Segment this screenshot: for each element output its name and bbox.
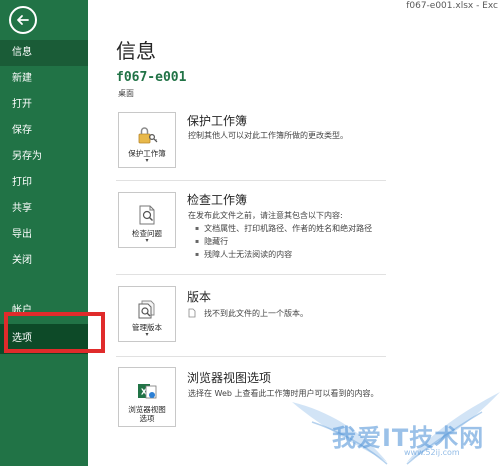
browser-view-icon: X — [138, 384, 157, 399]
nav-item-new[interactable]: 新建 — [0, 66, 88, 92]
version-document-icon — [188, 308, 196, 318]
chevron-down-icon: ▾ — [145, 331, 149, 338]
protect-workbook-desc: 控制其他人可以对此工作簿所做的更改类型。 — [188, 131, 348, 140]
check-for-issues-button[interactable]: 检查问题 ▾ — [118, 192, 176, 248]
chevron-down-icon: ▾ — [145, 237, 149, 244]
browser-view-title: 浏览器视图选项 — [187, 371, 272, 385]
backstage-sidebar: 信息 新建 打开 保存 另存为 打印 共享 导出 关闭 帐户 选项 — [0, 0, 88, 466]
back-button[interactable] — [9, 6, 37, 34]
nav-item-info[interactable]: 信息 — [0, 40, 88, 66]
watermark-url: www.52ij.com — [404, 448, 460, 457]
nav-item-print[interactable]: 打印 — [0, 170, 88, 196]
section-divider — [116, 274, 386, 275]
nav-item-save[interactable]: 保存 — [0, 118, 88, 144]
protect-workbook-button[interactable]: 保护工作簿 ▾ — [118, 112, 176, 168]
section-divider — [116, 180, 386, 181]
manage-versions-icon — [138, 300, 155, 319]
list-item: 文档属性、打印机路径、作者的姓名和绝对路径 — [195, 222, 372, 235]
backstage-nav: 信息 新建 打开 保存 另存为 打印 共享 导出 关闭 帐户 选项 — [0, 40, 88, 354]
browser-view-tile-label-line1: 浏览器视图 — [128, 405, 166, 414]
inspect-document-icon — [139, 205, 155, 225]
nav-item-export[interactable]: 导出 — [0, 222, 88, 248]
nav-item-save-as[interactable]: 另存为 — [0, 144, 88, 170]
file-location: 桌面 — [118, 89, 134, 98]
window-title: f067-e001.xlsx - Exc — [406, 1, 498, 11]
lock-key-icon — [138, 127, 158, 144]
versions-title: 版本 — [187, 290, 212, 304]
protect-workbook-title: 保护工作簿 — [187, 114, 248, 128]
page-title: 信息 — [116, 39, 156, 63]
manage-versions-button[interactable]: 管理版本 ▾ — [118, 286, 176, 342]
browser-view-options-button[interactable]: X 浏览器视图 选项 — [118, 367, 176, 427]
options-highlight-box — [4, 312, 105, 353]
inspect-bullet-list: 文档属性、打印机路径、作者的姓名和绝对路径 隐藏行 残障人士无法阅读的内容 — [195, 222, 372, 261]
section-divider — [116, 356, 386, 357]
nav-item-share[interactable]: 共享 — [0, 196, 88, 222]
back-arrow-icon — [17, 15, 29, 25]
nav-item-close[interactable]: 关闭 — [0, 248, 88, 274]
nav-item-open[interactable]: 打开 — [0, 92, 88, 118]
inspect-workbook-title: 检查工作簿 — [187, 193, 248, 207]
inspect-workbook-desc: 在发布此文件之前，请注意其包含以下内容: — [188, 211, 343, 220]
file-name: f067-e001 — [116, 70, 187, 85]
list-item: 隐藏行 — [195, 235, 372, 248]
versions-desc: 找不到此文件的上一个版本。 — [204, 309, 308, 318]
chevron-down-icon: ▾ — [145, 157, 149, 164]
list-item: 残障人士无法阅读的内容 — [195, 248, 372, 261]
browser-view-tile-label-line2: 选项 — [139, 414, 155, 423]
